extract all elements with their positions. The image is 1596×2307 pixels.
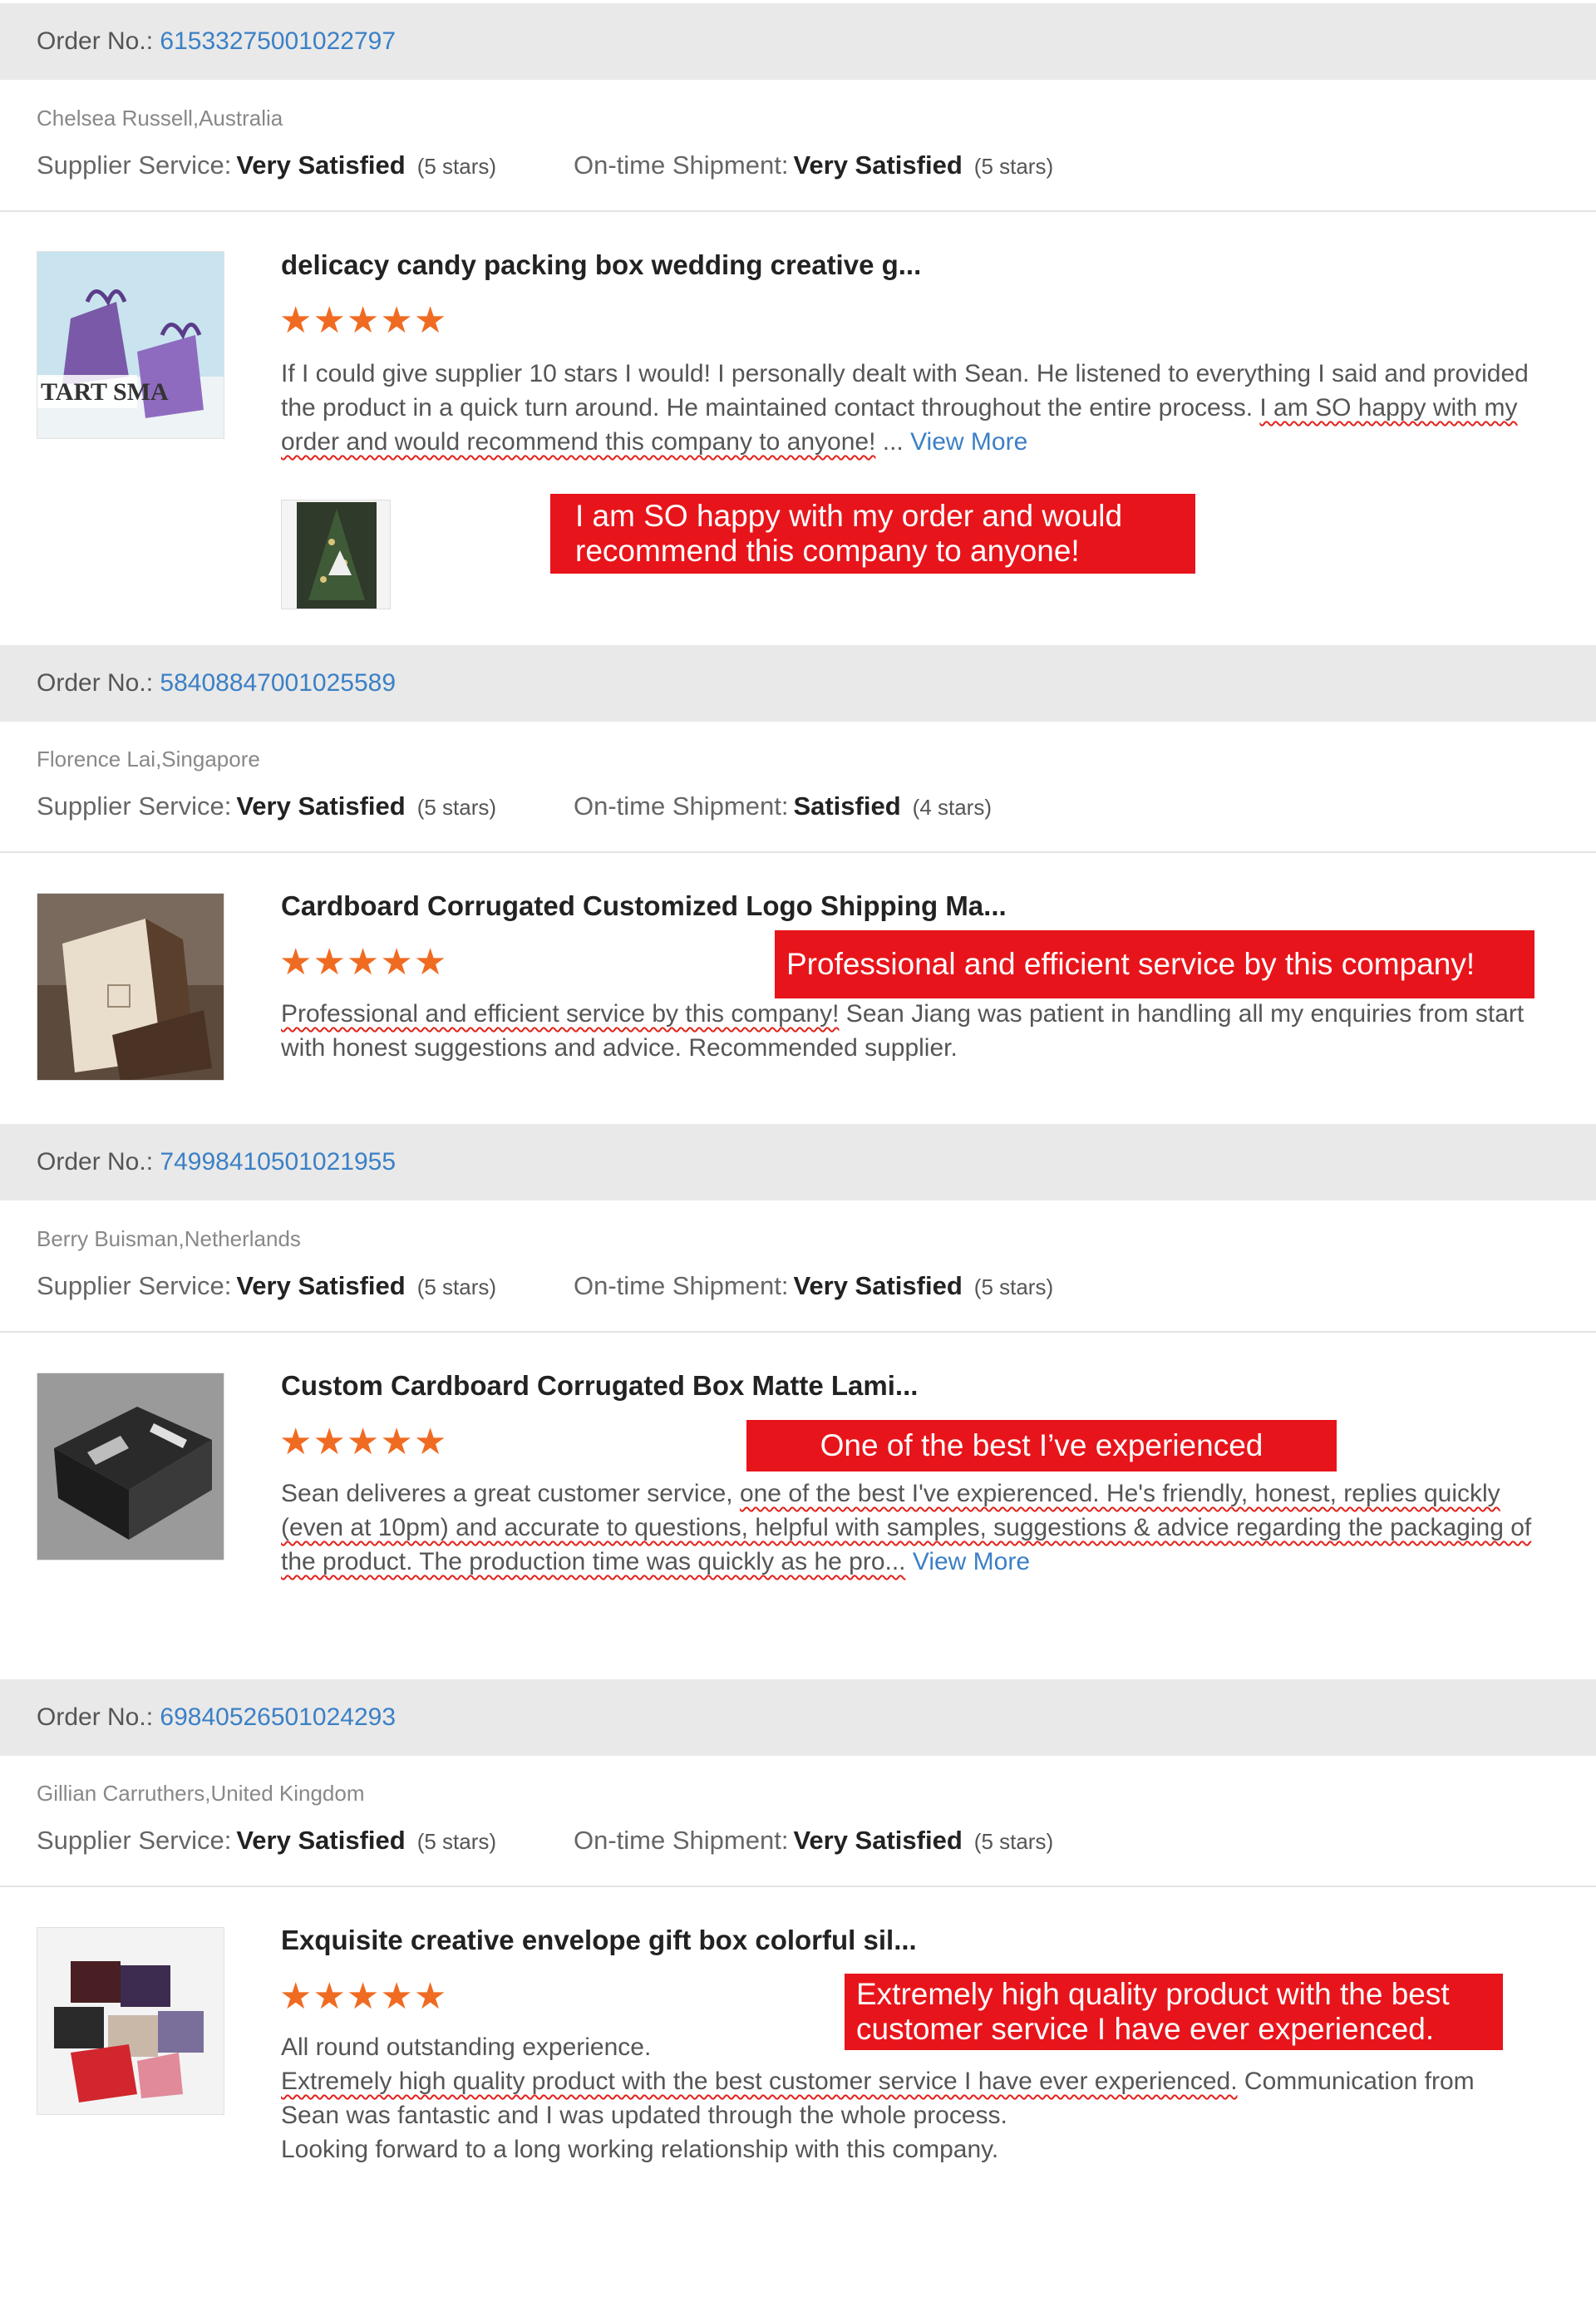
highlighted-review-text: Extremely high quality product with the … xyxy=(281,2068,1238,2095)
product-star-rating: ★★★★★ xyxy=(279,303,447,339)
product-star-rating: ★★★★★ xyxy=(279,944,447,981)
product-star-rating: ★★★★★ xyxy=(279,1979,447,2015)
reviewer-name: Chelsea Russell,Australia xyxy=(37,106,283,131)
rating-row: Supplier Service: Very Satisfied (5 stars)… xyxy=(37,1270,1053,1303)
view-more-link[interactable]: View More xyxy=(913,1548,1030,1575)
divider xyxy=(0,1886,1596,1887)
product-thumbnail[interactable] xyxy=(37,1373,224,1560)
supplier-service-rating: Supplier Service: Very Satisfied (5 stars) xyxy=(37,1826,497,1855)
star-icon: ★ xyxy=(380,300,413,341)
star-icon: ★ xyxy=(313,300,346,341)
star-icon: ★ xyxy=(313,1422,346,1462)
product-thumbnail[interactable]: TART SMA xyxy=(37,251,224,439)
svg-text:TART SMA: TART SMA xyxy=(41,378,169,406)
kraft-box-product-icon xyxy=(37,894,224,1080)
candy-box-product-icon: TART SMA xyxy=(37,252,224,438)
order-number-link[interactable]: 74998410501021955 xyxy=(160,1148,396,1176)
view-more-link[interactable]: View More xyxy=(910,428,1027,456)
divider xyxy=(0,851,1596,853)
supplier-service-rating: Supplier Service: Very Satisfied (5 stars) xyxy=(37,1271,497,1300)
highlighted-review-text: Professional and efficient service by th… xyxy=(281,1000,840,1028)
star-icon: ★ xyxy=(346,1976,380,2017)
product-title-link[interactable]: Cardboard Corrugated Customized Logo Shi… xyxy=(281,890,1007,923)
review-text: Professional and efficient service by th… xyxy=(281,1000,1525,1062)
order-header-bar: Order No.: 58408847001025589 xyxy=(0,645,1596,722)
order-number-link[interactable]: 69840526501024293 xyxy=(160,1703,396,1731)
order-number-label: Order No.: 61533275001022797 xyxy=(37,27,397,55)
product-title-link[interactable]: delicacy candy packing box wedding creat… xyxy=(281,249,921,282)
product-title-link[interactable]: Exquisite creative envelope gift box col… xyxy=(281,1924,917,1957)
rating-row: Supplier Service: Very Satisfied (5 stars)… xyxy=(37,1825,1053,1857)
star-icon: ★ xyxy=(346,1422,380,1462)
order-header-bar: Order No.: 69840526501024293 xyxy=(0,1679,1596,1756)
christmas-tree-photo-icon xyxy=(282,500,390,609)
star-icon: ★ xyxy=(380,942,413,983)
star-icon: ★ xyxy=(346,300,380,341)
order-number-link[interactable]: 61533275001022797 xyxy=(160,27,396,55)
order-header-bar: Order No.: 74998410501021955 xyxy=(0,1124,1596,1200)
callout-banner: One of the best I’ve experienced xyxy=(746,1420,1337,1471)
review-text: If I could give supplier 10 stars I woul… xyxy=(281,360,1529,456)
envelope-boxes-product-icon xyxy=(37,1928,224,2114)
star-icon: ★ xyxy=(279,1976,313,2017)
black-box-product-icon xyxy=(37,1373,224,1560)
supplier-service-rating: Supplier Service: Very Satisfied (5 stars) xyxy=(37,791,497,821)
order-number-label: Order No.: 69840526501024293 xyxy=(37,1703,397,1731)
ontime-shipment-rating: On-time Shipment: Very Satisfied (5 stars) xyxy=(574,150,1054,180)
product-thumbnail[interactable] xyxy=(37,1927,224,2115)
ontime-shipment-rating: On-time Shipment: Very Satisfied (5 stars) xyxy=(574,1271,1054,1300)
reviewer-name: Florence Lai,Singapore xyxy=(37,747,260,771)
star-icon: ★ xyxy=(380,1976,413,2017)
star-icon: ★ xyxy=(346,942,380,983)
star-icon: ★ xyxy=(279,300,313,341)
order-number-label: Order No.: 58408847001025589 xyxy=(37,669,397,697)
divider xyxy=(0,210,1596,212)
divider xyxy=(0,1331,1596,1333)
ontime-shipment-rating: On-time Shipment: Satisfied (4 stars) xyxy=(574,791,992,821)
order-header-bar: Order No.: 61533275001022797 xyxy=(0,3,1596,80)
star-icon: ★ xyxy=(413,300,447,341)
star-icon: ★ xyxy=(413,1976,447,2017)
product-thumbnail[interactable] xyxy=(37,893,224,1081)
supplier-service-rating: Supplier Service: Very Satisfied (5 stars) xyxy=(37,150,497,180)
rating-row: Supplier Service: Very Satisfied (5 stars)… xyxy=(37,791,992,823)
star-icon: ★ xyxy=(279,942,313,983)
star-icon: ★ xyxy=(380,1422,413,1462)
order-number-link[interactable]: 58408847001025589 xyxy=(160,669,396,697)
star-icon: ★ xyxy=(313,942,346,983)
star-icon: ★ xyxy=(413,942,447,983)
star-icon: ★ xyxy=(279,1422,313,1462)
reviewer-name: Berry Buisman,Netherlands xyxy=(37,1226,301,1251)
product-title-link[interactable]: Custom Cardboard Corrugated Box Matte La… xyxy=(281,1369,918,1402)
ontime-shipment-rating: On-time Shipment: Very Satisfied (5 stars) xyxy=(574,1826,1054,1855)
callout-banner: Professional and efficient service by th… xyxy=(775,930,1534,998)
review-photo[interactable] xyxy=(281,500,391,609)
reviewer-name: Gillian Carruthers,United Kingdom xyxy=(37,1781,365,1806)
star-icon: ★ xyxy=(413,1422,447,1462)
star-icon: ★ xyxy=(313,1976,346,2017)
review-text: Sean deliveres a great customer service,… xyxy=(281,1480,1532,1575)
product-star-rating: ★★★★★ xyxy=(279,1424,447,1461)
order-number-label: Order No.: 74998410501021955 xyxy=(37,1148,397,1176)
review-text: All round outstanding experience. Extrem… xyxy=(281,2033,1475,2163)
callout-banner: I am SO happy with my order and would re… xyxy=(550,494,1195,574)
rating-row: Supplier Service: Very Satisfied (5 stars)… xyxy=(37,150,1053,182)
